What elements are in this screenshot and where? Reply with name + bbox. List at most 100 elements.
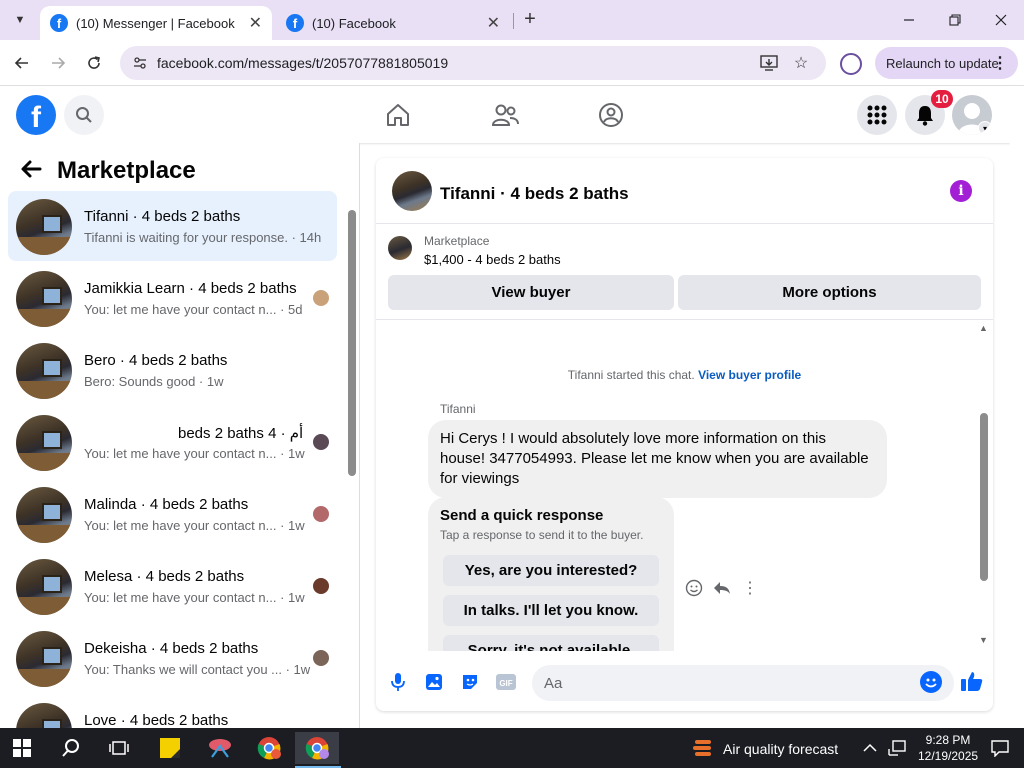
menu-button[interactable]: [857, 95, 897, 135]
marketplace-conversation-list: Marketplace Tifanni · 4 beds 2 baths Tif…: [0, 143, 360, 728]
quick-response-option[interactable]: Sorry, it's not available.: [443, 635, 659, 651]
show-hidden-icons-button[interactable]: [858, 732, 882, 764]
more-actions-icon[interactable]: ⋮: [739, 577, 761, 599]
close-icon[interactable]: ✕: [249, 13, 262, 33]
tab-title: (10) Messenger | Facebook: [76, 15, 235, 31]
conversation-item[interactable]: Bero · 4 beds 2 baths Bero: Sounds good …: [8, 335, 337, 405]
account-avatar[interactable]: ▾: [952, 95, 992, 135]
conversation-name: أم · 4 beds 2 baths: [178, 425, 304, 442]
snipping-tool-icon: [209, 739, 231, 758]
message-input[interactable]: Aa: [532, 665, 954, 701]
conversation-item[interactable]: أم · 4 beds 2 baths You: let me have you…: [8, 407, 337, 477]
emoji-icon[interactable]: [920, 671, 942, 693]
conversation-item[interactable]: Jamikkia Learn · 4 beds 2 baths You: let…: [8, 263, 337, 333]
snipping-tool-app[interactable]: [198, 732, 242, 764]
react-smiley-icon[interactable]: [683, 577, 705, 599]
minimize-button[interactable]: [894, 6, 924, 34]
notification-icon: [991, 740, 1009, 757]
relaunch-button[interactable]: Relaunch to update ⋮: [875, 47, 1018, 79]
address-bar[interactable]: facebook.com/messages/t/2057077881805019…: [120, 46, 826, 80]
chat-scrollbar[interactable]: ▲ ▼: [977, 321, 989, 651]
friends-nav[interactable]: [490, 100, 520, 130]
microphone-icon[interactable]: [386, 670, 410, 694]
facebook-logo[interactable]: f: [16, 95, 56, 135]
scrollbar-thumb[interactable]: [348, 210, 356, 476]
info-icon[interactable]: i: [950, 180, 972, 202]
conversation-item[interactable]: Malinda · 4 beds 2 baths You: let me hav…: [8, 479, 337, 549]
listing-thumbnail: [16, 487, 72, 543]
bell-icon: [917, 106, 933, 126]
close-window-button[interactable]: [986, 6, 1016, 34]
view-buyer-button[interactable]: View buyer: [388, 275, 674, 310]
search-button[interactable]: [64, 95, 104, 135]
clock-date: 12/19/2025: [918, 749, 979, 763]
taskbar-search-button[interactable]: [49, 732, 93, 764]
listing-thumbnail: [16, 559, 72, 615]
minimize-icon: [904, 19, 914, 21]
scroll-up-arrow-icon[interactable]: ▲: [979, 323, 988, 333]
buyer-avatar: [313, 650, 329, 666]
tab-search-button[interactable]: ▼: [6, 6, 34, 34]
home-nav[interactable]: [383, 100, 413, 130]
forward-button[interactable]: [45, 50, 71, 76]
system-clock[interactable]: 9:28 PM 12/19/2025: [918, 732, 978, 764]
listing-thumbnail: [16, 343, 72, 399]
more-options-button[interactable]: More options: [678, 275, 981, 310]
reply-icon[interactable]: [711, 577, 733, 599]
grid-menu-icon: [867, 105, 887, 125]
conversation-item[interactable]: Dekeisha · 4 beds 2 baths You: Thanks we…: [8, 623, 337, 693]
chat-panel: Tifanni · 4 beds 2 baths i Marketplace $…: [376, 158, 993, 711]
reload-button[interactable]: [81, 50, 107, 76]
quick-response-option[interactable]: In talks. I'll let you know.: [443, 595, 659, 626]
listing-thumbnail[interactable]: [392, 171, 432, 211]
page-scrollbar[interactable]: [1010, 86, 1024, 728]
menu-dots-icon[interactable]: ⋮: [992, 53, 1008, 73]
groups-nav[interactable]: [596, 100, 626, 130]
quick-response-option[interactable]: Yes, are you interested?: [443, 555, 659, 586]
chrome-app[interactable]: [247, 732, 291, 764]
browser-toolbar: facebook.com/messages/t/2057077881805019…: [0, 40, 1024, 86]
conversation-item[interactable]: Love · 4 beds 2 baths: [8, 695, 337, 728]
scroll-down-arrow-icon[interactable]: ▼: [979, 635, 988, 645]
start-button[interactable]: [0, 732, 44, 764]
tab-facebook[interactable]: f (10) Facebook ✕: [276, 6, 510, 40]
sticky-notes-app[interactable]: [148, 732, 192, 764]
gif-icon[interactable]: GIF: [494, 670, 518, 694]
scrollbar-thumb[interactable]: [980, 413, 988, 581]
new-tab-button[interactable]: +: [519, 8, 541, 30]
conversation-snippet: You: let me have your contact n... · 1w: [84, 590, 305, 605]
close-icon[interactable]: ✕: [487, 13, 500, 33]
back-button[interactable]: [9, 50, 35, 76]
network-button[interactable]: [884, 732, 912, 764]
photo-icon[interactable]: [422, 670, 446, 694]
conversation-item[interactable]: Melesa · 4 beds 2 baths You: let me have…: [8, 551, 337, 621]
task-view-button[interactable]: [97, 732, 141, 764]
thumbs-up-icon[interactable]: [960, 669, 984, 693]
sticky-notes-icon: [160, 738, 180, 758]
sticker-icon[interactable]: [458, 670, 482, 694]
conversation-item[interactable]: Tifanni · 4 beds 2 baths Tifanni is wait…: [8, 191, 337, 261]
message-thread: Tifanni started this chat. View buyer pr…: [376, 321, 993, 651]
bookmark-star-icon[interactable]: ☆: [789, 51, 813, 75]
install-app-icon[interactable]: [757, 51, 781, 75]
conversation-scrollbar[interactable]: [347, 196, 356, 718]
weather-widget[interactable]: Air quality forecast: [692, 738, 838, 760]
tab-title: (10) Facebook: [312, 15, 396, 31]
listing-label: Marketplace: [424, 234, 490, 248]
view-buyer-profile-link[interactable]: View buyer profile: [698, 368, 801, 382]
site-info-icon[interactable]: [128, 51, 152, 75]
chrome-app-active[interactable]: [295, 732, 341, 768]
restore-button[interactable]: [940, 6, 970, 34]
tab-messenger[interactable]: f (10) Messenger | Facebook ✕: [40, 6, 272, 40]
notification-center-button[interactable]: [978, 732, 1022, 764]
profile-icon[interactable]: [840, 53, 862, 75]
chat-title[interactable]: Tifanni · 4 beds 2 baths: [440, 184, 629, 204]
clock-time: 9:28 PM: [925, 733, 971, 747]
conversation-name: Malinda · 4 beds 2 baths: [84, 496, 249, 513]
back-arrow-icon[interactable]: [20, 159, 42, 185]
url-text[interactable]: facebook.com/messages/t/2057077881805019: [157, 55, 448, 71]
reload-icon: [88, 56, 100, 69]
relaunch-label: Relaunch to update: [886, 55, 999, 71]
quick-response-subtitle: Tap a response to send it to the buyer.: [440, 528, 644, 542]
conversation-name: Jamikkia Learn · 4 beds 2 baths: [84, 280, 297, 297]
